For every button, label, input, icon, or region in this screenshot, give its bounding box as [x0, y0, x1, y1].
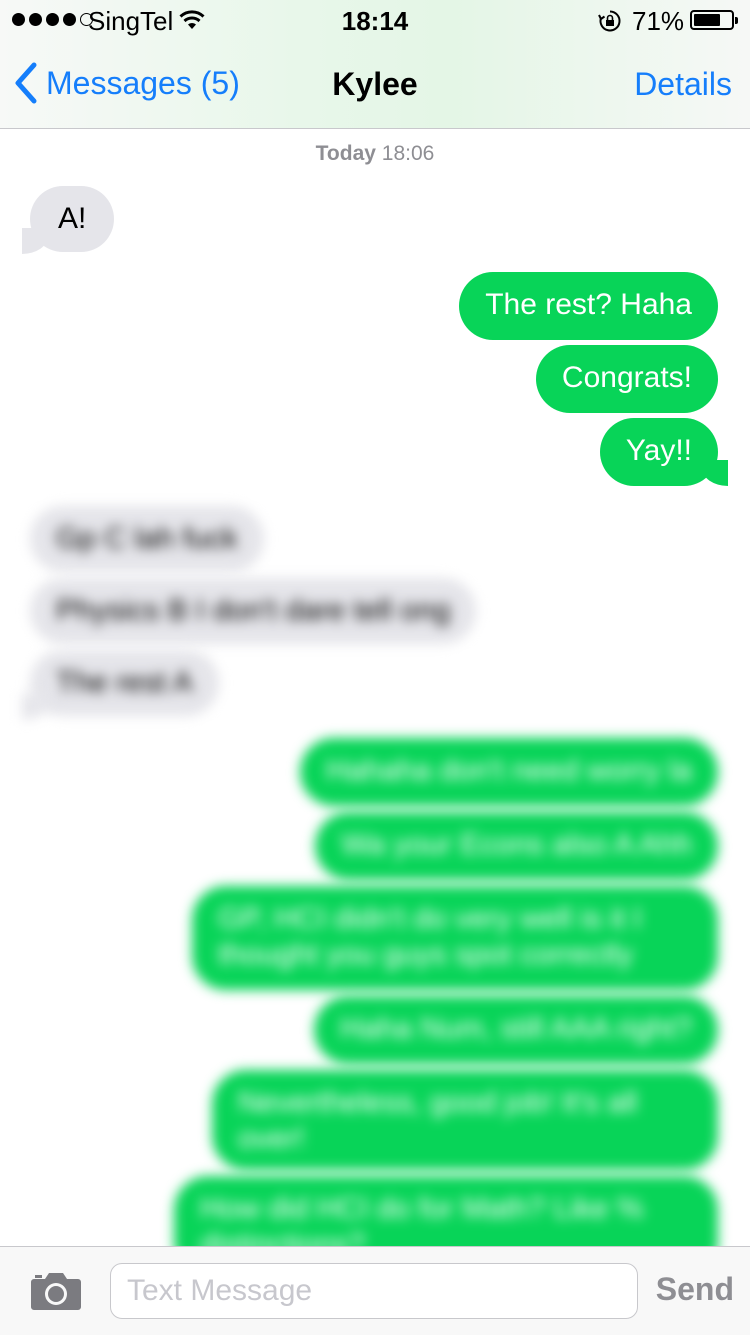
send-button[interactable]: Send	[656, 1271, 734, 1308]
status-bar: SingTel 18:14 71%	[0, 0, 750, 40]
timestamp-time: 18:06	[381, 142, 435, 165]
navigation-bar: Messages (5) Kylee Details	[0, 40, 750, 128]
message-input-bar: Send	[0, 1246, 750, 1335]
outgoing-message[interactable]: Wa your Econs also A Ahh	[315, 812, 718, 880]
outgoing-message[interactable]: Haha Num, still AAA right?	[314, 996, 718, 1064]
top-bar: SingTel 18:14 71% Messages (5) Kylee Det…	[0, 0, 750, 129]
timestamp-day: Today	[315, 142, 376, 165]
incoming-message[interactable]: Physics B I don't dare tell ong	[30, 578, 477, 644]
incoming-message[interactable]: Gp C lah fuck	[30, 506, 264, 572]
message-text-field[interactable]	[110, 1263, 638, 1319]
outgoing-message[interactable]: Nevertheless, good job! It's all over!	[212, 1070, 718, 1170]
camera-icon[interactable]	[30, 1271, 82, 1316]
battery-icon	[690, 10, 738, 30]
battery-nub	[735, 17, 738, 24]
outgoing-message[interactable]: Yay!!	[599, 418, 718, 486]
incoming-message[interactable]: The rest A	[30, 650, 219, 716]
rotation-lock-icon	[598, 9, 622, 38]
bubble-tail	[22, 694, 48, 720]
outgoing-message[interactable]: Hahaha don't need worry la	[300, 738, 718, 806]
outgoing-message[interactable]: Congrats!	[535, 345, 718, 413]
outgoing-message[interactable]: GP, HCI didn't do very well is it I thou…	[192, 886, 718, 990]
bubble-tail	[22, 228, 48, 254]
battery-percent: 71%	[632, 6, 685, 36]
battery-level	[694, 14, 720, 26]
bubble-tail	[702, 460, 728, 486]
conversation-timestamp: Today 18:06	[0, 142, 750, 166]
details-button[interactable]: Details	[634, 66, 732, 103]
outgoing-message[interactable]: The rest? Haha	[459, 272, 718, 340]
